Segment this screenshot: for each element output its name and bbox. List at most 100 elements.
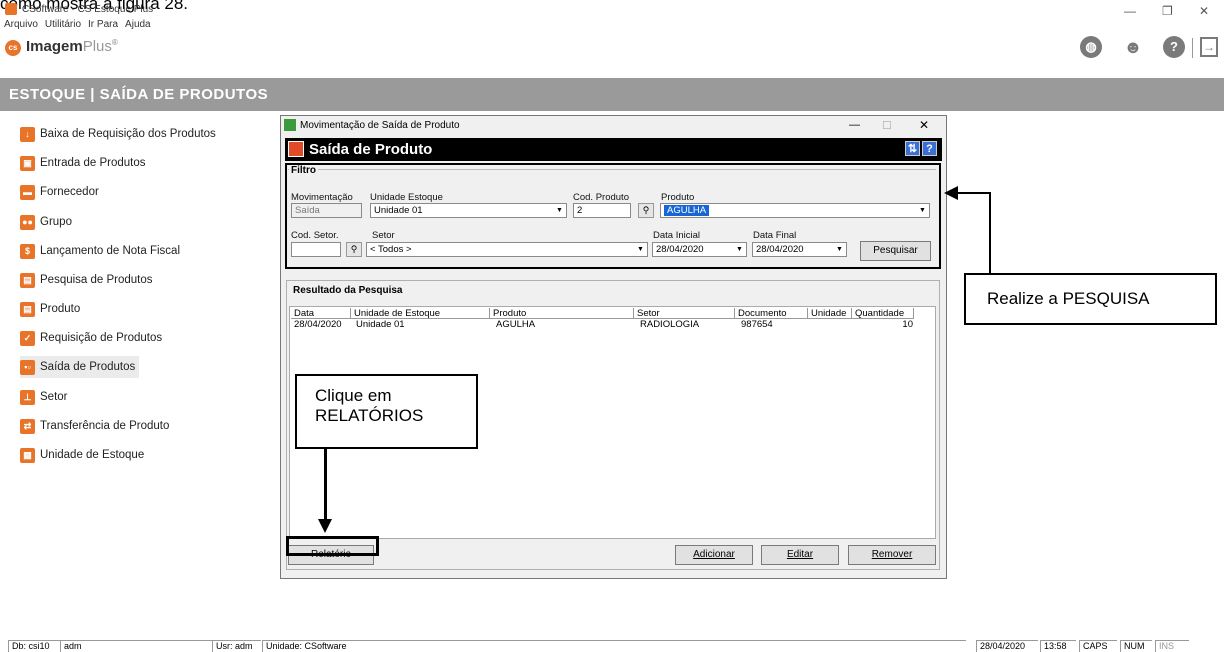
restore-button[interactable]: ❐ — [1162, 4, 1173, 18]
sidebar-item-grupo[interactable]: ●● Grupo — [20, 211, 72, 233]
arrow-left-icon — [944, 186, 958, 200]
dialog-close-button[interactable]: ✕ — [919, 118, 929, 132]
sidebar-item-nota-fiscal[interactable]: $ Lançamento de Nota Fiscal — [20, 240, 180, 262]
unidade-estoque-label: Unidade Estoque — [370, 192, 443, 203]
table-cell-produto[interactable]: AGULHA — [493, 319, 535, 330]
table-cell-quantidade[interactable]: 10 — [852, 319, 913, 330]
search-product-icon: ▤ — [20, 272, 35, 288]
table-cell-setor[interactable]: RADIOLOGIA — [637, 319, 699, 330]
requisition-down-icon: ↓ — [20, 126, 35, 142]
dialog-maximize-button[interactable]: ☐ — [882, 119, 892, 132]
chevron-down-icon[interactable]: ▼ — [916, 204, 929, 217]
relatorio-highlight-box — [286, 536, 379, 556]
chevron-down-icon[interactable]: ▼ — [833, 243, 846, 256]
table-cell-unidade-estoque[interactable]: Unidade 01 — [353, 319, 405, 330]
column-header-unidade[interactable]: Unidade — [808, 308, 852, 319]
help-icon[interactable]: ? — [1163, 36, 1185, 58]
callout-connector — [957, 192, 991, 194]
filter-divider — [288, 169, 936, 170]
dialog-title: Movimentação de Saída de Produto — [300, 120, 460, 131]
exit-icon[interactable]: → — [1200, 37, 1218, 57]
checklist-icon: ✓ — [20, 330, 35, 346]
unidade-estoque-select[interactable]: Unidade 01 — [370, 203, 567, 218]
dialog-minimize-button[interactable]: — — [849, 119, 860, 131]
status-ins: INS — [1155, 640, 1189, 652]
brand-logo: cs — [5, 40, 21, 56]
user-icon[interactable]: ☻ — [1122, 36, 1144, 58]
sidebar-item-pesquisa-produtos[interactable]: ▤ Pesquisa de Produtos — [20, 269, 153, 291]
sidebar-item-baixa-requisicao[interactable]: ↓ Baixa de Requisição dos Produtos — [20, 123, 216, 145]
dialog-header-title: Saída de Produto — [309, 141, 433, 158]
setor-select[interactable]: < Todos > — [366, 242, 648, 257]
truck-icon: ▬ — [20, 184, 35, 200]
chevron-down-icon[interactable]: ▼ — [733, 243, 746, 256]
chevron-down-icon[interactable]: ▼ — [634, 243, 647, 256]
arrow-down-icon — [318, 519, 332, 533]
status-date: 28/04/2020 — [976, 640, 1038, 652]
adicionar-button[interactable]: Adicionar — [675, 545, 753, 565]
editar-button[interactable]: Editar — [761, 545, 839, 565]
data-final-label: Data Final — [753, 230, 797, 241]
menu-ir-para[interactable]: Ir Para — [88, 19, 118, 30]
dialog-icon — [284, 119, 296, 131]
cod-setor-input[interactable] — [291, 242, 341, 257]
column-header-quantidade[interactable]: Quantidade — [852, 308, 914, 319]
sidebar-item-transferencia[interactable]: ⇄ Transferência de Produto — [20, 415, 169, 437]
column-header-produto[interactable]: Produto — [490, 308, 634, 319]
status-unidade: Unidade: CSoftware — [262, 640, 966, 652]
column-header-documento[interactable]: Documento — [735, 308, 808, 319]
status-user: adm — [60, 640, 214, 652]
cod-produto-input[interactable]: 2 — [573, 203, 631, 218]
relatorios-callout: Clique em RELATÓRIOS — [295, 374, 478, 449]
menu-ajuda[interactable]: Ajuda — [125, 19, 151, 30]
sidebar-item-entrada-produtos[interactable]: ▣ Entrada de Produtos — [20, 152, 146, 174]
help-button[interactable]: ? — [922, 141, 937, 156]
setor-label: Setor — [372, 230, 395, 241]
remover-button[interactable]: Remover — [848, 545, 936, 565]
cod-setor-label: Cod. Setor. — [291, 230, 339, 241]
menu-utilitario[interactable]: Utilitário — [45, 19, 81, 30]
sidebar-item-unidade-estoque[interactable]: ▦ Unidade de Estoque — [20, 444, 144, 466]
header-divider — [1192, 38, 1193, 58]
column-header-setor[interactable]: Setor — [634, 308, 735, 319]
table-cell-data[interactable]: 28/04/2020 — [291, 319, 342, 330]
pesquisa-callout: Realize a PESQUISA — [964, 273, 1217, 325]
table-cell-documento[interactable]: 987654 — [738, 319, 773, 330]
menu-arquivo[interactable]: Arquivo — [4, 19, 38, 30]
status-caps: CAPS — [1079, 640, 1117, 652]
group-icon: ●● — [20, 214, 35, 230]
section-title: ESTOQUE | SAÍDA DE PRODUTOS — [9, 86, 269, 103]
minimize-button[interactable]: — — [1124, 4, 1136, 18]
callout-connector — [989, 192, 991, 274]
binoculars-icon[interactable]: ⚲ — [346, 242, 362, 257]
sidebar-item-setor[interactable]: ⊥ Setor — [20, 386, 68, 408]
cod-produto-label: Cod. Produto — [573, 192, 629, 203]
sidebar-item-saida-produtos[interactable]: ▪▫ Saída de Produtos — [20, 356, 140, 378]
chevron-down-icon[interactable]: ▼ — [553, 204, 566, 217]
data-inicial-label: Data Inicial — [653, 230, 700, 241]
close-button[interactable]: ✕ — [1199, 4, 1209, 18]
refresh-help-button[interactable]: ⇅ — [905, 141, 920, 156]
pesquisar-button[interactable]: Pesquisar — [860, 241, 931, 261]
movimentacao-field: Saída — [291, 203, 362, 218]
product-icon: ▤ — [20, 301, 35, 317]
results-label: Resultado da Pesquisa — [291, 285, 405, 296]
status-usr: Usr: adm — [212, 640, 261, 652]
status-num: NUM — [1120, 640, 1152, 652]
column-header-data[interactable]: Data — [291, 308, 351, 319]
sidebar-item-produto[interactable]: ▤ Produto — [20, 298, 80, 320]
callout-connector — [324, 449, 327, 521]
filter-label: Filtro — [289, 165, 318, 176]
product-out-icon: ▪▫ — [20, 359, 35, 375]
globe-icon[interactable]: ◍ — [1080, 36, 1102, 58]
produto-label: Produto — [661, 192, 695, 203]
binoculars-icon[interactable]: ⚲ — [638, 203, 654, 218]
transfer-icon: ⇄ — [20, 418, 35, 434]
produto-select[interactable]: AGULHA — [660, 203, 930, 218]
sidebar-item-requisicao-produtos[interactable]: ✓ Requisição de Produtos — [20, 327, 162, 349]
column-header-unidade-estoque[interactable]: Unidade de Estoque — [351, 308, 490, 319]
hierarchy-icon: ⊥ — [20, 389, 35, 405]
app-title: CSoftware - CS Estoque Plus — [22, 4, 154, 15]
sidebar-item-fornecedor[interactable]: ▬ Fornecedor — [20, 181, 99, 203]
movimentacao-label: Movimentação — [291, 192, 353, 203]
